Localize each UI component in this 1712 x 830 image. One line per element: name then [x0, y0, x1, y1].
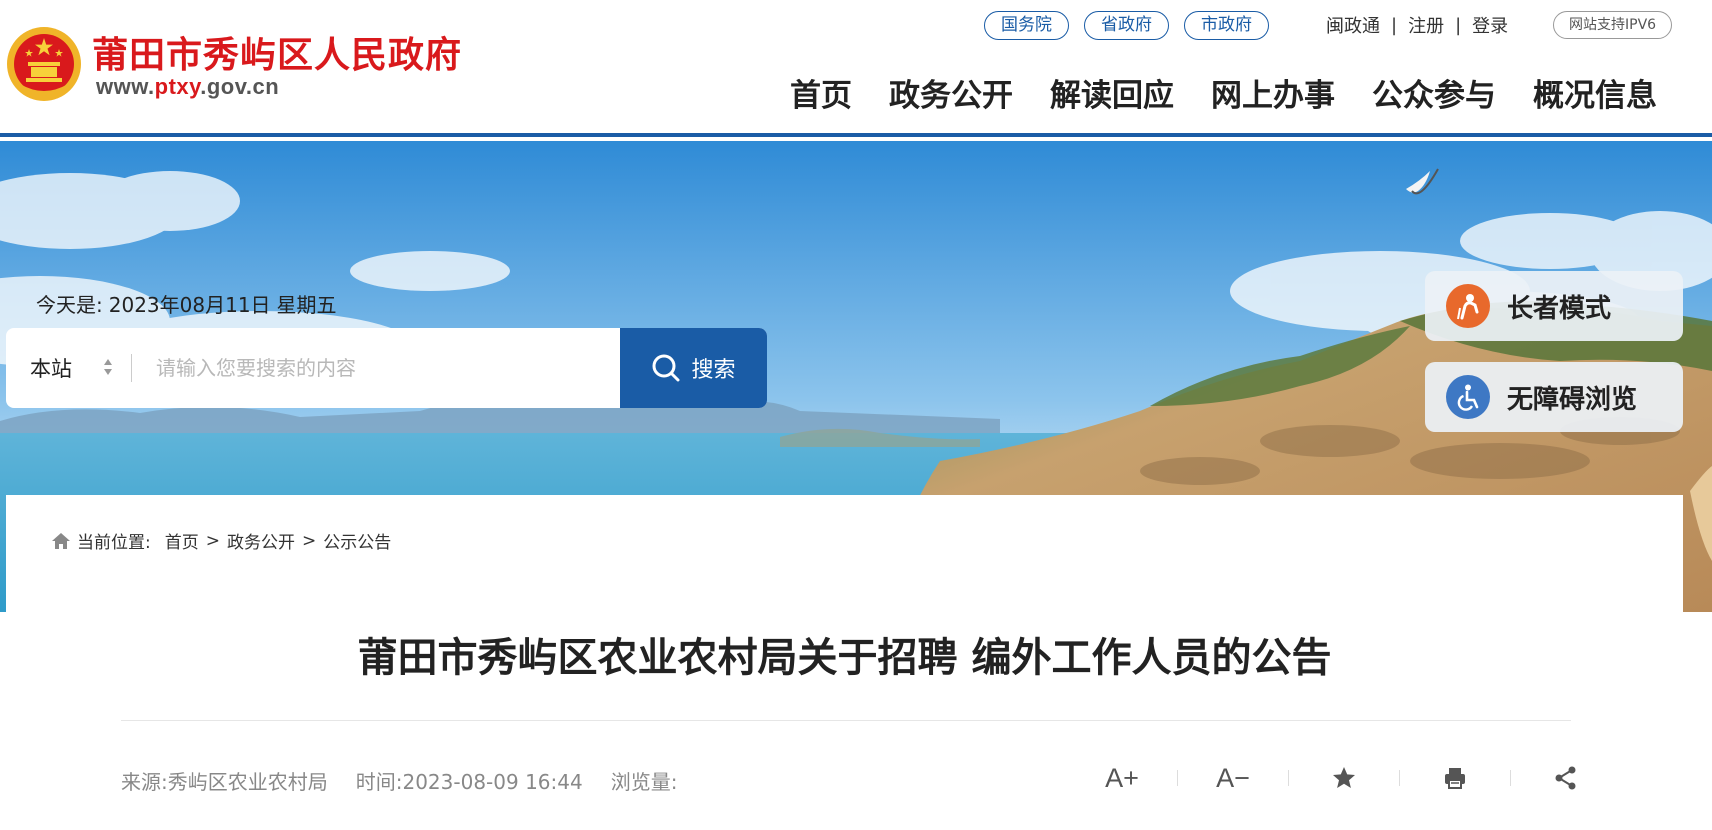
- share-icon: [1555, 766, 1576, 790]
- gov-link-state-council[interactable]: 国务院: [984, 11, 1069, 40]
- star-icon: [1333, 767, 1355, 788]
- today-weekday: 星期五: [276, 293, 337, 317]
- select-arrows-icon: [104, 359, 112, 375]
- nav-home[interactable]: 首页: [790, 70, 852, 115]
- user-link-separator: |: [1455, 14, 1462, 36]
- article-meta: 来源:秀屿区农业农村局 时间:2023-08-09 16:44 浏览量:: [121, 766, 677, 795]
- minzhengtong-link[interactable]: 闽政通: [1326, 12, 1380, 38]
- main-nav: 首页 政务公开 解读回应 网上办事 公众参与 概况信息: [790, 70, 1657, 115]
- search-box: 本站 搜索: [6, 328, 767, 408]
- user-links: 闽政通 | 注册 | 登录: [1326, 12, 1508, 38]
- elder-mode-icon: [1446, 284, 1490, 328]
- gov-link-city[interactable]: 市政府: [1184, 11, 1269, 40]
- breadcrumb-home[interactable]: 首页: [165, 528, 199, 553]
- tool-divider: [1288, 770, 1289, 786]
- print-button[interactable]: [1423, 756, 1487, 800]
- tool-divider: [1510, 770, 1511, 786]
- site-domain: www.ptxy.gov.cn: [96, 74, 279, 100]
- article-title: 莆田市秀屿区农业农村局关于招聘 编外工作人员的公告: [357, 635, 1332, 681]
- breadcrumb-announcements[interactable]: 公示公告: [323, 528, 391, 553]
- login-link[interactable]: 登录: [1472, 12, 1508, 38]
- breadcrumb-label: 当前位置:: [77, 533, 151, 553]
- search-icon: [652, 354, 680, 382]
- breadcrumb: 当前位置: 首页 > 政务公开 > 公示公告: [51, 528, 391, 553]
- nav-interpretation[interactable]: 解读回应: [1050, 70, 1174, 115]
- nav-online-services[interactable]: 网上办事: [1211, 70, 1335, 115]
- breadcrumb-separator: >: [301, 530, 317, 551]
- domain-highlight: ptxy: [154, 74, 201, 99]
- today-label: 今天是:: [36, 293, 103, 317]
- current-date: 今天是: 2023年08月11日 星期五: [30, 289, 337, 318]
- nav-government-affairs[interactable]: 政务公开: [889, 70, 1013, 115]
- article-tools: A+ A−: [1090, 756, 1598, 800]
- gov-link-province[interactable]: 省政府: [1084, 11, 1169, 40]
- nav-overview[interactable]: 概况信息: [1533, 70, 1657, 115]
- article-views: 浏览量:: [610, 770, 678, 794]
- national-emblem-icon: [7, 27, 81, 101]
- search-button[interactable]: 搜索: [620, 328, 767, 408]
- site-header: 莆田市秀屿区人民政府 www.ptxy.gov.cn 国务院 省政府 市政府 闽…: [0, 0, 1712, 137]
- domain-suffix: .gov.cn: [200, 74, 280, 99]
- site-name[interactable]: 莆田市秀屿区人民政府: [92, 26, 462, 78]
- tool-divider: [1177, 770, 1178, 786]
- gov-links: 国务院 省政府 市政府: [984, 11, 1269, 40]
- wheelchair-icon: [1446, 375, 1490, 419]
- search-input[interactable]: [132, 328, 620, 408]
- elder-mode-label: 长者模式: [1507, 293, 1612, 324]
- search-scope-select[interactable]: 本站: [6, 328, 131, 408]
- article-card: 当前位置: 首页 > 政务公开 > 公示公告 莆田市秀屿区农业农村局关于招聘 编…: [6, 495, 1683, 830]
- tool-divider: [1399, 770, 1400, 786]
- share-button[interactable]: [1534, 756, 1598, 800]
- article-source: 来源:秀屿区农业农村局: [121, 770, 328, 794]
- user-link-separator: |: [1391, 14, 1398, 36]
- home-icon: [52, 532, 70, 549]
- font-larger-button[interactable]: A+: [1090, 756, 1154, 800]
- nav-public-participation[interactable]: 公众参与: [1372, 70, 1496, 115]
- search-button-label: 搜索: [691, 358, 736, 383]
- elder-mode-button[interactable]: 长者模式: [1425, 271, 1683, 341]
- domain-prefix: www.: [96, 74, 155, 99]
- printer-icon: [1445, 768, 1465, 789]
- breadcrumb-separator: >: [205, 530, 220, 551]
- favorite-button[interactable]: [1312, 756, 1376, 800]
- breadcrumb-government-affairs[interactable]: 政务公开: [227, 528, 295, 553]
- article-time: 时间:2023-08-09 16:44: [355, 770, 583, 794]
- today-date: 2023年08月11日: [108, 293, 271, 317]
- search-scope-value: 本站: [30, 357, 72, 381]
- ipv6-badge: 网站支持IPV6: [1553, 11, 1673, 39]
- accessible-browse-label: 无障碍浏览: [1507, 384, 1638, 415]
- register-link[interactable]: 注册: [1408, 12, 1444, 38]
- title-divider: [121, 720, 1571, 721]
- accessible-browse-button[interactable]: 无障碍浏览: [1425, 362, 1683, 432]
- font-smaller-button[interactable]: A−: [1201, 756, 1265, 800]
